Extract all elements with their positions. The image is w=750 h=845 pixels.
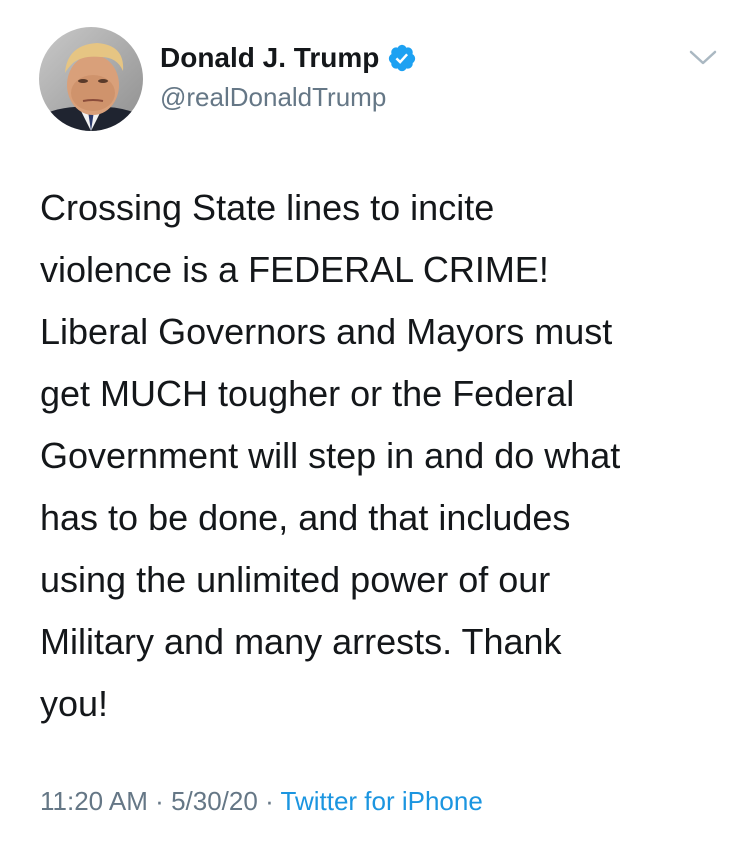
meta-separator: ·	[265, 786, 274, 816]
tweet-text-line: Government will step in and do what	[40, 435, 621, 476]
tweet-text-line: get MUCH tougher or the Federal	[40, 373, 575, 414]
tweet-text: Crossing State lines to incite violence …	[40, 177, 730, 735]
tweet-text-line: Liberal Governors and Mayors must	[40, 311, 613, 352]
tweet-source-link[interactable]: Twitter for iPhone	[281, 786, 483, 816]
verified-badge-icon	[389, 44, 416, 72]
display-name[interactable]: Donald J. Trump	[160, 42, 379, 74]
tweet-time[interactable]: 11:20 AM	[40, 786, 148, 816]
name-row: Donald J. Trump	[160, 40, 417, 76]
tweet-text-line: has to be done, and that includes	[40, 497, 571, 538]
tweet-text-line: Crossing State lines to incite	[40, 187, 495, 228]
author-info: Donald J. Trump @realDonaldTrump	[160, 40, 417, 113]
meta-separator: ·	[155, 786, 164, 816]
handle[interactable]: @realDonaldTrump	[160, 82, 417, 113]
tweet-date[interactable]: 5/30/20	[171, 786, 258, 816]
tweet-text-line: violence is a FEDERAL CRIME!	[40, 249, 549, 290]
tweet-text-line: Military and many arrests. Thank	[40, 621, 562, 662]
chevron-down-icon[interactable]	[688, 48, 718, 68]
tweet-card: Donald J. Trump @realDonaldTrump Crossin…	[0, 0, 750, 845]
tweet-meta: 11:20 AM · 5/30/20 · Twitter for iPhone	[40, 786, 483, 817]
tweet-text-line: using the unlimited power of our	[40, 559, 551, 600]
tweet-text-line: you!	[40, 683, 109, 724]
avatar-photo	[39, 27, 143, 131]
avatar[interactable]	[39, 27, 143, 131]
